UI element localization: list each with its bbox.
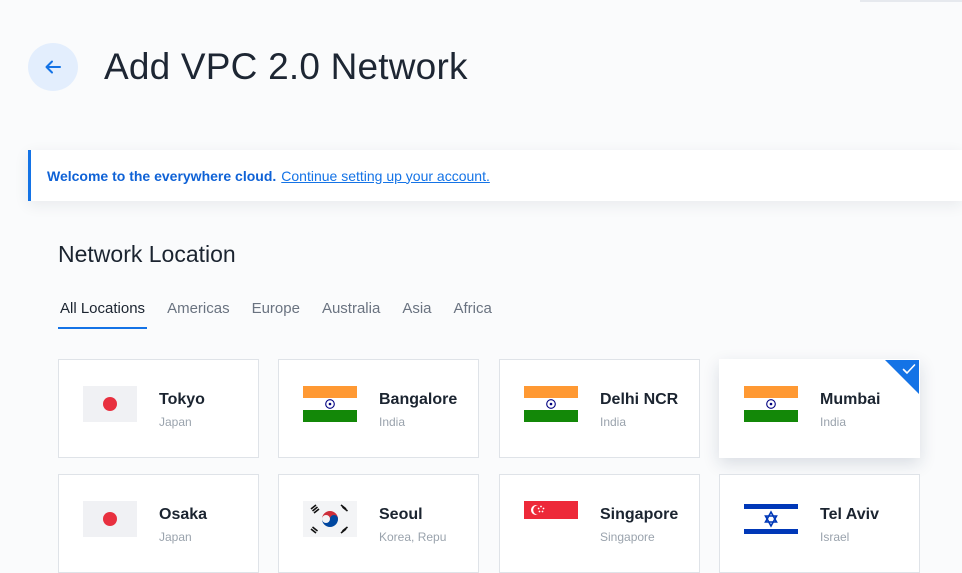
banner-message: Welcome to the everywhere cloud. [47,167,277,184]
location-city: Bangalore [379,391,458,408]
israel-flag-icon [744,501,798,537]
india-flag-icon [744,386,798,422]
location-city: Mumbai [820,391,881,408]
location-card-seoul[interactable]: Seoul Korea, Repu [278,474,479,573]
topbar-edge [860,0,962,2]
location-country: India [379,415,406,429]
location-city: Seoul [379,506,423,523]
japan-flag-icon [83,386,137,422]
tab-asia[interactable]: Asia [400,300,433,329]
india-flag-icon [524,386,578,422]
location-country: India [820,415,847,429]
location-card-singapore[interactable]: Singapore Singapore [499,474,700,573]
tab-all-locations[interactable]: All Locations [58,300,148,329]
tab-americas[interactable]: Americas [165,300,232,329]
india-flag-icon [303,386,357,422]
tab-europe[interactable]: Europe [250,300,302,329]
section-title: Network Location [58,241,236,267]
tab-australia[interactable]: Australia [320,300,382,329]
location-city: Osaka [159,506,208,523]
page-title: Add VPC 2.0 Network [104,46,468,87]
location-card-mumbai[interactable]: Mumbai India [719,359,920,458]
location-country: Israel [820,530,850,544]
location-tabs: All Locations Americas Europe Australia … [58,300,512,330]
location-city: Delhi NCR [600,391,679,408]
continue-setup-link[interactable]: Continue setting up your account. [281,168,490,184]
welcome-banner: Welcome to the everywhere cloud. Continu… [28,150,962,201]
location-country: Japan [159,530,192,544]
location-city: Singapore [600,506,679,523]
location-card-delhi-ncr[interactable]: Delhi NCR India [499,359,700,458]
location-card-tokyo[interactable]: Tokyo Japan [58,359,259,458]
tab-africa[interactable]: Africa [452,300,494,329]
japan-flag-icon [83,501,137,537]
location-country: Singapore [600,530,655,544]
location-city: Tokyo [159,391,205,408]
location-city: Tel Aviv [820,506,879,523]
singapore-flag-icon [524,501,578,537]
location-card-osaka[interactable]: Osaka Japan [58,474,259,573]
back-button[interactable] [28,43,78,91]
location-country: Japan [159,415,192,429]
south-korea-flag-icon [303,501,357,537]
arrow-left-icon [45,60,61,74]
checkmark-icon [902,364,916,374]
location-country: Korea, Repu [379,530,447,544]
location-card-tel-aviv[interactable]: Tel Aviv Israel [719,474,920,573]
location-country: India [600,415,627,429]
location-card-bangalore[interactable]: Bangalore India [278,359,479,458]
